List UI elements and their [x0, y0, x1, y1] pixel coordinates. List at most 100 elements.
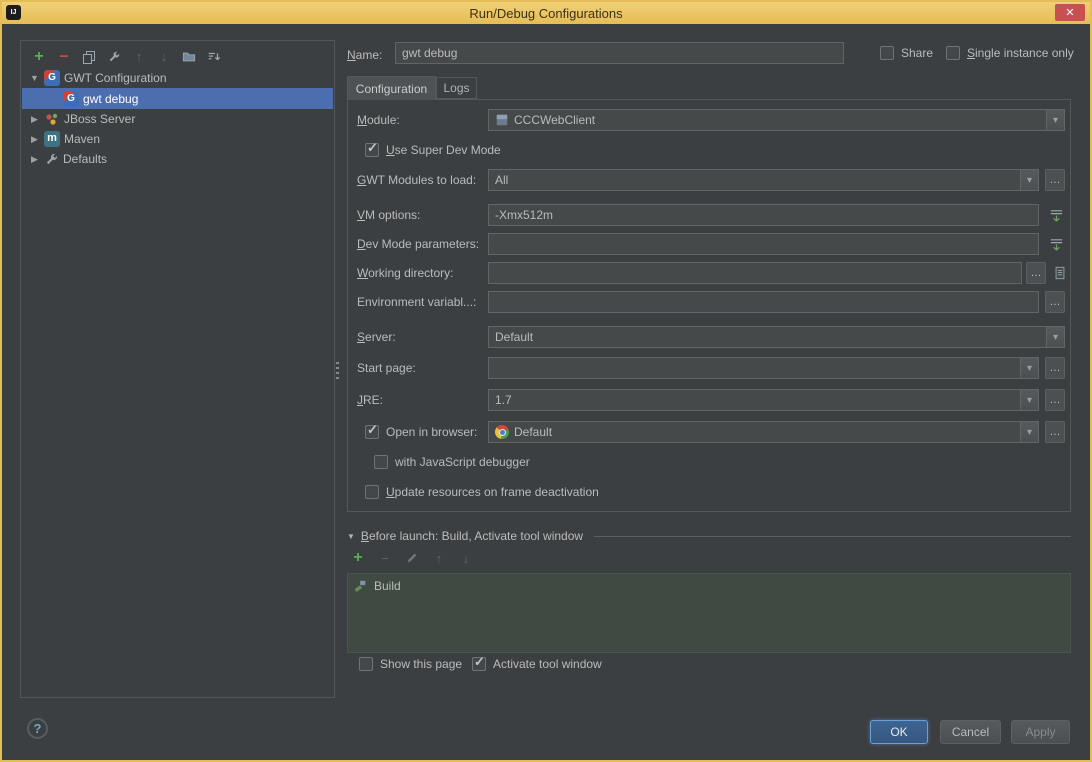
tab-configuration[interactable]: Configuration	[347, 76, 436, 100]
expander-collapsed-icon[interactable]: ▶	[29, 114, 40, 125]
show-this-page-checkbox[interactable]: Show this page	[359, 657, 462, 671]
dev-mode-parameters-expand-button[interactable]	[1046, 234, 1066, 254]
activate-tool-window-checkbox[interactable]: ✓ Activate tool window	[472, 654, 602, 671]
jre-combo[interactable]: 1.7 ▾	[488, 389, 1039, 411]
sort-configurations-button[interactable]	[206, 49, 222, 65]
ellipsis-icon: …	[1030, 266, 1042, 279]
dropdown-arrow-button[interactable]: ▾	[1020, 390, 1038, 410]
add-configuration-button[interactable]: +	[31, 48, 47, 65]
expander-expanded-icon[interactable]: ▼	[29, 73, 40, 83]
checkbox-box[interactable]: ✓	[472, 654, 486, 671]
jboss-icon	[44, 111, 60, 127]
dev-mode-parameters-label: Dev Mode parameters:	[357, 237, 480, 251]
checkbox-box[interactable]	[946, 46, 960, 60]
single-instance-label: Single instance only	[967, 46, 1074, 60]
checkbox-box[interactable]	[365, 485, 379, 499]
remove-configuration-button[interactable]: −	[56, 49, 72, 65]
jre-browse-button[interactable]: …	[1045, 389, 1065, 411]
before-launch-list[interactable]: Build	[347, 573, 1071, 653]
check-icon: ✓	[367, 140, 378, 155]
edit-defaults-button[interactable]	[106, 49, 122, 65]
move-down-button[interactable]: ↓	[156, 49, 172, 65]
collapse-arrow-icon[interactable]: ▼	[347, 532, 355, 541]
use-super-dev-mode-checkbox[interactable]: ✓ Use Super Dev Mode	[365, 140, 501, 157]
tree-item-label: GWT Configuration	[64, 71, 167, 85]
server-combo[interactable]: Default ▾	[488, 326, 1065, 348]
close-button[interactable]: ✕	[1055, 4, 1085, 21]
copy-configuration-button[interactable]	[81, 49, 97, 65]
task-label: Build	[374, 578, 401, 593]
environment-variables-input[interactable]	[488, 291, 1039, 313]
tree-item-jboss-server[interactable]: ▶ JBoss Server	[22, 109, 333, 129]
start-page-combo[interactable]: ▾	[488, 357, 1039, 379]
dropdown-arrow-button[interactable]: ▾	[1020, 358, 1038, 378]
cancel-button[interactable]: Cancel	[940, 720, 1001, 744]
tree-item-maven[interactable]: ▶ m Maven	[22, 129, 333, 149]
module-combo[interactable]: CCCWebClient ▾	[488, 109, 1065, 131]
move-up-button[interactable]: ↑	[131, 49, 147, 65]
dev-mode-parameters-input[interactable]	[488, 233, 1039, 255]
wrench-icon	[109, 51, 120, 61]
checkbox-box[interactable]	[880, 46, 894, 60]
dropdown-arrow-button[interactable]: ▾	[1046, 110, 1064, 130]
add-task-button[interactable]: +	[350, 550, 366, 566]
tree-item-gwt-configuration[interactable]: ▼ G GWT Configuration	[22, 68, 333, 88]
open-in-browser-checkbox[interactable]: ✓ Open in browser:	[365, 422, 477, 439]
update-resources-checkbox[interactable]: Update resources on frame deactivation	[365, 485, 599, 499]
splitter-handle[interactable]	[336, 362, 339, 382]
checkbox-box[interactable]	[359, 657, 373, 671]
working-directory-browse-button[interactable]: …	[1026, 262, 1046, 284]
gwt-modules-combo[interactable]: All ▾	[488, 169, 1039, 191]
tab-logs[interactable]: Logs	[436, 77, 477, 99]
edit-task-button[interactable]	[404, 550, 420, 566]
move-task-up-button[interactable]: ↑	[431, 550, 447, 566]
start-page-browse-button[interactable]: …	[1045, 357, 1065, 379]
browser-combo[interactable]: Default ▾	[488, 421, 1039, 443]
update-resources-label: Update resources on frame deactivation	[386, 485, 599, 499]
checkbox-box[interactable]: ✓	[365, 422, 379, 439]
checkbox-box[interactable]	[374, 455, 388, 469]
name-input[interactable]	[395, 42, 844, 64]
check-icon: ✓	[367, 422, 378, 437]
ellipsis-icon: …	[1049, 393, 1061, 406]
vm-options-input[interactable]	[488, 204, 1039, 226]
chevron-down-icon: ▾	[1026, 426, 1033, 438]
js-debugger-checkbox[interactable]: with JavaScript debugger	[374, 455, 530, 469]
create-folder-button[interactable]	[181, 49, 197, 65]
separator-line	[594, 535, 1071, 537]
titlebar[interactable]: IJ Run/Debug Configurations ✕	[2, 2, 1090, 24]
jre-label: JRE:	[357, 393, 384, 407]
remove-task-button[interactable]: −	[377, 550, 393, 566]
expand-field-icon	[1050, 209, 1062, 222]
maven-icon: m	[44, 131, 60, 147]
expand-field-icon	[1050, 238, 1062, 251]
before-launch-task-build[interactable]: Build	[348, 574, 1070, 594]
dropdown-arrow-button[interactable]: ▾	[1020, 170, 1038, 190]
apply-button[interactable]: Apply	[1011, 720, 1070, 744]
single-instance-checkbox[interactable]: Single instance only	[946, 46, 1074, 60]
environment-variables-browse-button[interactable]: …	[1045, 291, 1065, 313]
expander-collapsed-icon[interactable]: ▶	[29, 154, 40, 165]
gwt-modules-browse-button[interactable]: …	[1045, 169, 1065, 191]
ok-button[interactable]: OK	[870, 720, 928, 744]
before-launch-toolbar: + − ↑ ↓	[350, 550, 474, 566]
ellipsis-icon: …	[1049, 173, 1061, 186]
share-checkbox[interactable]: Share	[880, 46, 933, 60]
browser-browse-button[interactable]: …	[1045, 421, 1065, 443]
checkbox-box[interactable]: ✓	[365, 140, 379, 157]
working-directory-macro-button[interactable]	[1050, 263, 1070, 283]
tree-item-gwt-debug[interactable]: G gwt debug	[22, 88, 333, 109]
gwt-icon: G	[63, 90, 79, 107]
expander-collapsed-icon[interactable]: ▶	[29, 134, 40, 145]
dropdown-arrow-button[interactable]: ▾	[1046, 327, 1064, 347]
tree-item-defaults[interactable]: ▶ Defaults	[22, 149, 333, 169]
module-value: CCCWebClient	[514, 113, 596, 127]
browser-value: Default	[514, 425, 553, 439]
vm-options-expand-button[interactable]	[1046, 205, 1066, 225]
help-button[interactable]: ?	[27, 718, 48, 739]
working-directory-input[interactable]	[488, 262, 1022, 284]
before-launch-header[interactable]: ▼ Before launch: Build, Activate tool wi…	[347, 529, 1071, 543]
dropdown-arrow-button[interactable]: ▾	[1020, 422, 1038, 442]
intellij-logo-icon: IJ	[6, 5, 21, 20]
move-task-down-button[interactable]: ↓	[458, 550, 474, 566]
